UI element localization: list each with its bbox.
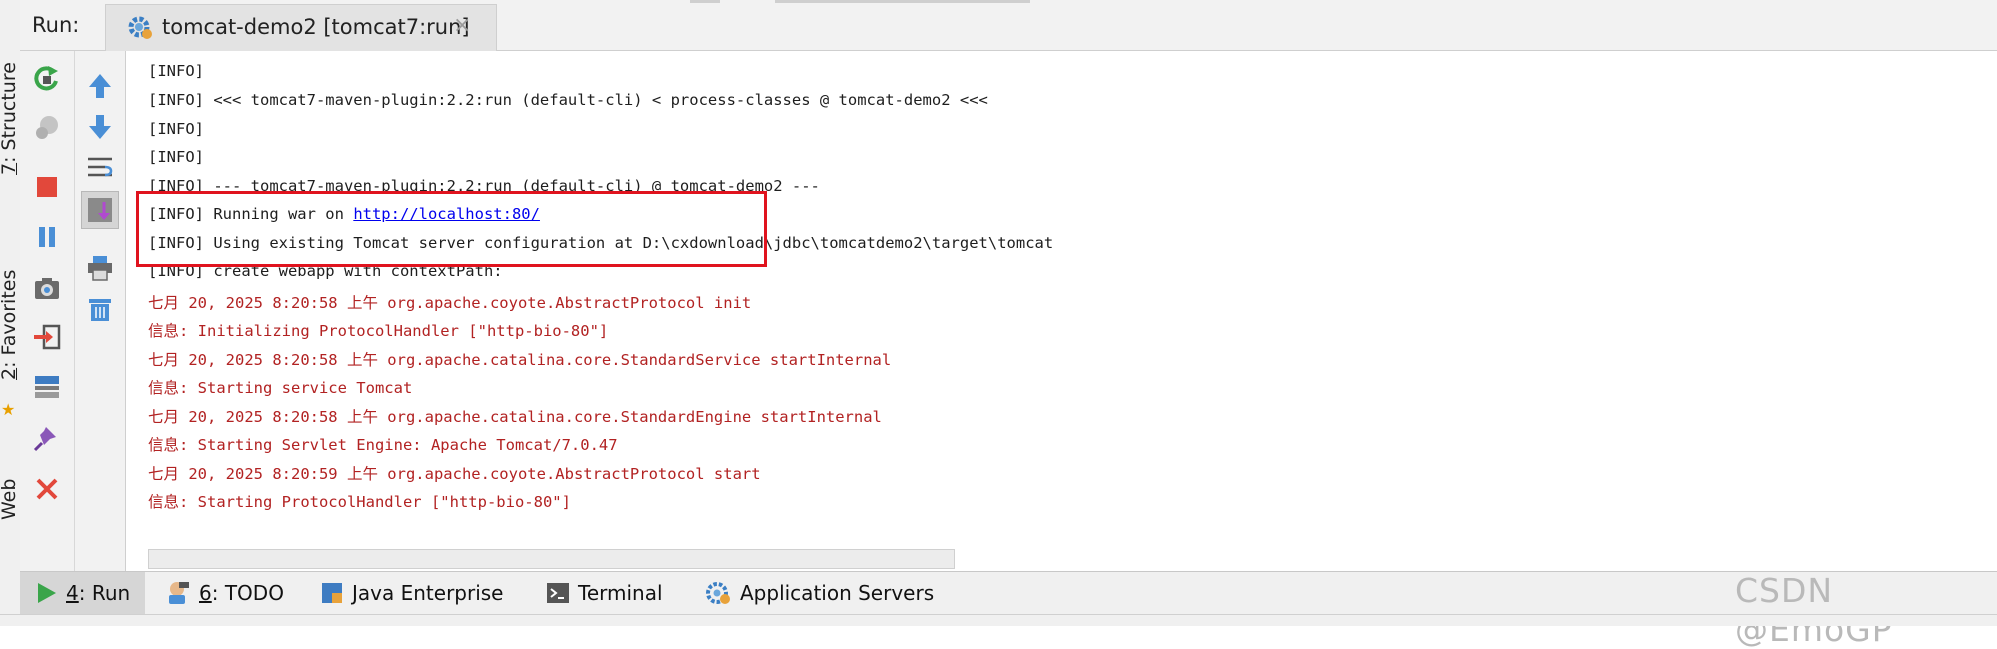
run-config-title: tomcat-demo2 [tomcat7:run]: [162, 15, 470, 39]
star-icon: ★: [1, 400, 16, 419]
highlight-annotation-box: [136, 191, 767, 267]
camera-icon[interactable]: [32, 273, 62, 303]
top-divider: [775, 0, 1030, 3]
console-line: [INFO] <<< tomcat7-maven-plugin:2.2:run …: [148, 91, 988, 109]
run-header: Run: tomcat-demo2 [tomcat7:run] ×: [20, 0, 1997, 51]
scroll-to-end-icon[interactable]: [81, 191, 119, 229]
down-arrow-icon[interactable]: [85, 112, 115, 142]
favorites-tab[interactable]: 2: Favorites: [0, 270, 20, 380]
up-arrow-icon[interactable]: [85, 71, 115, 101]
run-icon: [38, 583, 56, 603]
console-line-stderr: 信息: Initializing ProtocolHandler ["http-…: [148, 322, 609, 340]
run-toolbar-secondary: [75, 51, 126, 571]
console-line-stderr: 信息: Starting ProtocolHandler ["http-bio-…: [148, 493, 571, 511]
layout-icon[interactable]: [32, 372, 62, 402]
horizontal-scrollbar[interactable]: [148, 549, 955, 569]
application-servers-tool-tab[interactable]: Application Servers: [706, 572, 934, 614]
console-line: [INFO]: [148, 62, 204, 80]
terminal-icon: [547, 583, 569, 603]
stop-icon[interactable]: [32, 172, 62, 202]
watermark: CSDN @EmoGP: [1735, 571, 1893, 649]
print-icon[interactable]: [85, 253, 115, 283]
pin-icon[interactable]: [32, 423, 62, 453]
top-divider: [690, 0, 720, 3]
terminal-tool-tab[interactable]: Terminal: [546, 572, 663, 614]
status-bar: [0, 614, 1997, 626]
console-line-stderr: 七月 20, 2025 8:20:58 上午 org.apache.catali…: [148, 408, 882, 426]
application-servers-icon: [706, 582, 730, 604]
structure-tab[interactable]: 7: Structure: [0, 62, 20, 175]
left-tool-strip: 7: Structure 2: Favorites ★ Web: [0, 0, 21, 625]
run-toolbar-primary: [20, 51, 75, 571]
restore-layout-icon[interactable]: [32, 322, 62, 352]
close-icon[interactable]: [32, 474, 62, 504]
console-output[interactable]: [INFO] [INFO] <<< tomcat7-maven-plugin:2…: [126, 51, 1997, 571]
close-tab-icon[interactable]: ×: [453, 13, 471, 38]
todo-tool-tab[interactable]: 6: TODO: [165, 572, 284, 614]
gear-icon: [128, 16, 152, 39]
console-line-stderr: 七月 20, 2025 8:20:58 上午 org.apache.coyote…: [148, 294, 752, 312]
debug-disabled-icon[interactable]: [32, 113, 62, 143]
console-line-stderr: 信息: Starting Servlet Engine: Apache Tomc…: [148, 436, 618, 454]
java-enterprise-tool-tab[interactable]: Java Enterprise: [320, 572, 503, 614]
rerun-icon[interactable]: [32, 63, 62, 93]
run-tool-tab[interactable]: 4: Run: [20, 572, 145, 614]
run-config-tab[interactable]: tomcat-demo2 [tomcat7:run] ×: [105, 4, 497, 51]
soft-wrap-icon[interactable]: [85, 152, 115, 182]
console-line-stderr: 信息: Starting service Tomcat: [148, 379, 413, 397]
run-label: Run:: [32, 13, 80, 37]
console-line-stderr: 七月 20, 2025 8:20:59 上午 org.apache.coyote…: [148, 465, 761, 483]
bottom-tool-bar: 4: Run 6: TODO Java Enterprise Terminal …: [20, 571, 1997, 614]
web-tab[interactable]: Web: [0, 479, 20, 520]
console-line: [INFO]: [148, 148, 204, 166]
console-line: [INFO]: [148, 120, 204, 138]
pause-icon[interactable]: [32, 222, 62, 252]
todo-icon: [169, 582, 189, 604]
java-enterprise-icon: [322, 583, 342, 603]
console-line-stderr: 七月 20, 2025 8:20:58 上午 org.apache.catali…: [148, 351, 892, 369]
trash-icon[interactable]: [85, 294, 115, 324]
